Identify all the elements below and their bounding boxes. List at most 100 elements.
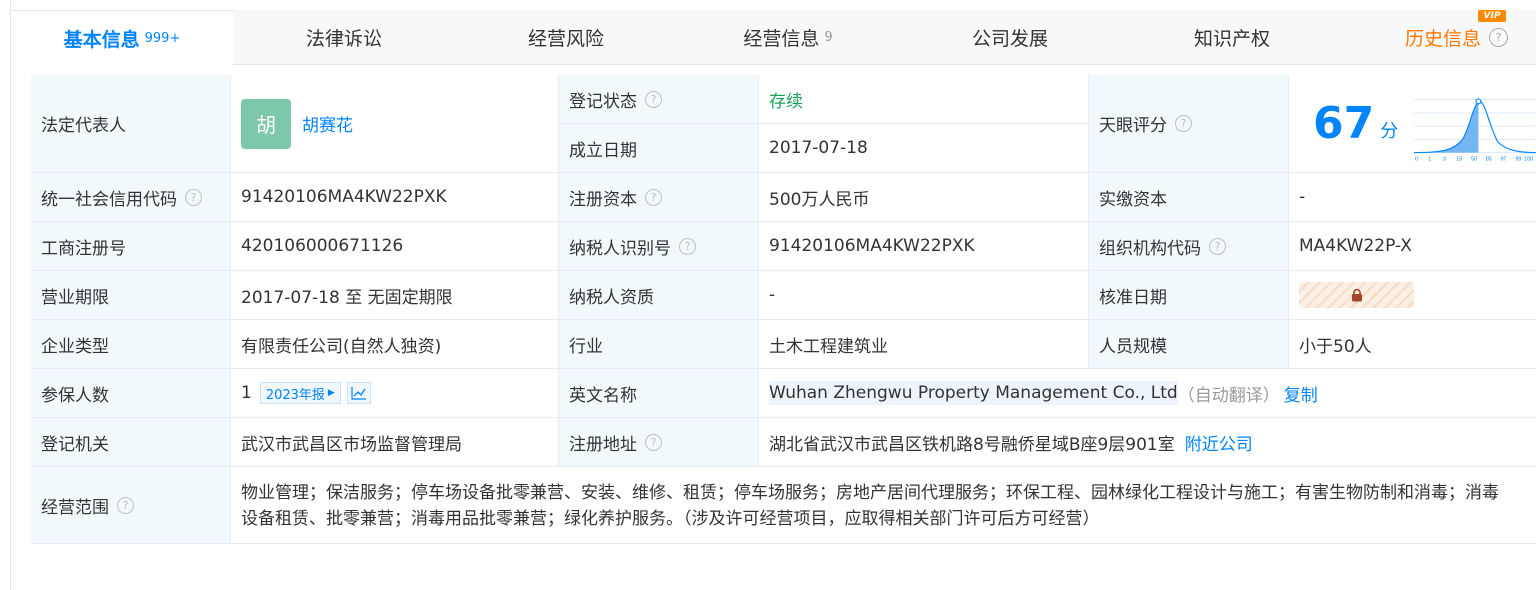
- scope-label: 经营范围 ?: [31, 467, 231, 544]
- help-icon[interactable]: ?: [117, 496, 134, 514]
- biz-reg-no-label-text: 工商注册号: [41, 238, 126, 259]
- staff-value: 小于50人: [1289, 320, 1536, 369]
- score-tick-label: 50: [1471, 156, 1477, 162]
- locked-value[interactable]: [1299, 282, 1414, 308]
- scope-label-text: 经营范围: [41, 497, 109, 518]
- scope-line-1: 物业管理；保洁服务；停车场设备批零兼营、安装、维修、租赁；停车场服务；房地产居间…: [241, 483, 1499, 503]
- paid-capital-label-text: 实缴资本: [1099, 189, 1167, 210]
- insured-value: 1 2023年报 ▶: [231, 369, 559, 418]
- biz-reg-no-text: 420106000671126: [241, 236, 404, 256]
- scope-value: 物业管理；保洁服务；停车场设备批零兼营、安装、维修、租赁；停车场服务；房地产居间…: [231, 467, 1536, 544]
- en-name-text: Wuhan Zhengwu Property Management Co., L…: [769, 381, 1178, 405]
- authority-text: 武汉市武昌区市场监督管理局: [241, 434, 462, 455]
- est-date-text: 2017-07-18: [769, 138, 868, 158]
- reg-capital-label: 注册资本 ?: [559, 173, 759, 222]
- tab-risk-label: 经营风险: [527, 28, 604, 50]
- trend-chart-icon[interactable]: [346, 382, 371, 404]
- tab-operation[interactable]: 经营信息 9: [677, 10, 899, 65]
- insured-text: 1: [241, 383, 252, 403]
- help-icon[interactable]: ?: [679, 237, 696, 255]
- org-code-label-text: 组织机构代码: [1099, 238, 1201, 259]
- biz-reg-no-value: 420106000671126: [231, 222, 559, 271]
- scope-line-2: 设备租赁、批零兼营；消毒用品批零兼营；绿化养护服务。（涉及许可经营项目，应取得相…: [241, 509, 1100, 529]
- term-label: 营业期限: [31, 271, 231, 320]
- tab-history[interactable]: 历史信息 ?: [1343, 10, 1536, 65]
- score-tick-label: 3: [1443, 156, 1446, 162]
- tianyan-score-value[interactable]: 67 分 0 1 3 15 50 85 97 99 100: [1289, 75, 1536, 173]
- help-icon[interactable]: ?: [645, 188, 662, 206]
- help-icon[interactable]: ?: [1175, 115, 1192, 132]
- help-icon[interactable]: ?: [645, 433, 662, 451]
- en-name-value: Wuhan Zhengwu Property Management Co., L…: [759, 369, 1536, 418]
- tab-operation-label: 经营信息: [743, 28, 820, 50]
- org-code-text: MA4KW22P-X: [1299, 236, 1412, 256]
- paid-capital-label: 实缴资本: [1089, 173, 1289, 222]
- taxpayer-qual-label-text: 纳税人资质: [569, 287, 654, 308]
- tab-history-label: 历史信息: [1405, 28, 1482, 50]
- address-text: 湖北省武汉市武昌区铁机路8号融侨星域B座9层901室: [769, 434, 1175, 455]
- approval-date-value: [1289, 271, 1536, 320]
- copy-button[interactable]: 复制: [1284, 381, 1318, 406]
- org-code-value: MA4KW22P-X: [1289, 222, 1536, 271]
- annual-report-tag[interactable]: 2023年报 ▶: [259, 382, 341, 404]
- help-icon[interactable]: ?: [185, 188, 202, 206]
- score-tick-label: 15: [1457, 156, 1463, 162]
- legal-rep-label-text: 法定代表人: [41, 116, 126, 136]
- legal-rep-value: 胡 胡赛花: [231, 75, 559, 173]
- reg-capital-label-text: 注册资本: [569, 189, 637, 210]
- insured-label-text: 参保人数: [41, 385, 109, 406]
- score-tick-label: 100: [1525, 156, 1534, 162]
- tab-basic-info[interactable]: 基本信息 999+: [11, 10, 233, 65]
- address-label-text: 注册地址: [569, 434, 637, 455]
- credit-code-text: 91420106MA4KW22PXK: [241, 187, 447, 207]
- help-icon[interactable]: ?: [645, 90, 662, 108]
- authority-label-text: 登记机关: [41, 434, 109, 455]
- status-badge: 存续: [769, 91, 803, 112]
- credit-code-label-text: 统一社会信用代码: [41, 189, 177, 210]
- credit-code-label: 统一社会信用代码 ?: [31, 173, 231, 222]
- est-date-value: 2017-07-18: [759, 124, 1089, 173]
- taxpayer-id-label: 纳税人识别号 ?: [559, 222, 759, 271]
- legal-rep-link[interactable]: 胡赛花: [302, 111, 353, 136]
- address-label: 注册地址 ?: [559, 418, 759, 467]
- lock-icon: [1351, 288, 1362, 302]
- term-text: 2017-07-18 至 无固定期限: [241, 287, 453, 308]
- en-name-label-text: 英文名称: [569, 385, 637, 406]
- tab-operation-count: 9: [824, 30, 833, 45]
- tab-legal[interactable]: 法律诉讼: [233, 10, 455, 65]
- reg-status-label-text: 登记状态: [569, 91, 637, 112]
- staff-text: 小于50人: [1299, 336, 1372, 357]
- tab-basic-info-label: 基本信息: [63, 28, 140, 51]
- paid-capital-value: -: [1289, 173, 1536, 222]
- nearby-companies-link[interactable]: 附近公司: [1185, 430, 1253, 455]
- score-marker: [1475, 97, 1482, 104]
- score-area: [1414, 100, 1479, 153]
- org-code-label: 组织机构代码 ?: [1089, 222, 1289, 271]
- vip-badge: VIP: [1478, 10, 1506, 22]
- score-distribution-chart: 0 1 3 15 50 85 97 99 100: [1414, 97, 1536, 162]
- help-icon[interactable]: ?: [1489, 28, 1509, 47]
- staff-label-text: 人员规模: [1099, 336, 1167, 357]
- score-number: 67: [1313, 98, 1375, 149]
- approval-date-label: 核准日期: [1089, 271, 1289, 320]
- taxpayer-id-text: 91420106MA4KW22PXK: [769, 236, 975, 256]
- avatar[interactable]: 胡: [241, 98, 291, 149]
- authority-value: 武汉市武昌区市场监督管理局: [231, 418, 559, 467]
- score-tick-label: 0: [1415, 156, 1418, 162]
- tab-basic-info-count: 999+: [144, 30, 181, 46]
- annual-report-label: 2023年报: [265, 387, 325, 403]
- industry-value: 土木工程建筑业: [759, 320, 1089, 369]
- reg-status-value: 存续: [759, 75, 1089, 124]
- tab-risk[interactable]: 经营风险: [455, 10, 677, 65]
- help-icon[interactable]: ?: [1209, 237, 1226, 255]
- credit-code-value: 91420106MA4KW22PXK: [231, 173, 559, 222]
- tab-ip[interactable]: 知识产权: [1121, 10, 1343, 65]
- paid-capital-text: -: [1299, 187, 1306, 207]
- biz-reg-no-label: 工商注册号: [31, 222, 231, 271]
- est-date-label-text: 成立日期: [569, 140, 637, 161]
- tianyan-score-label-text: 天眼评分: [1099, 116, 1167, 136]
- term-value: 2017-07-18 至 无固定期限: [231, 271, 559, 320]
- taxpayer-qual-text: -: [769, 285, 776, 305]
- score-unit: 分: [1380, 120, 1399, 142]
- tab-development[interactable]: 公司发展: [899, 10, 1121, 65]
